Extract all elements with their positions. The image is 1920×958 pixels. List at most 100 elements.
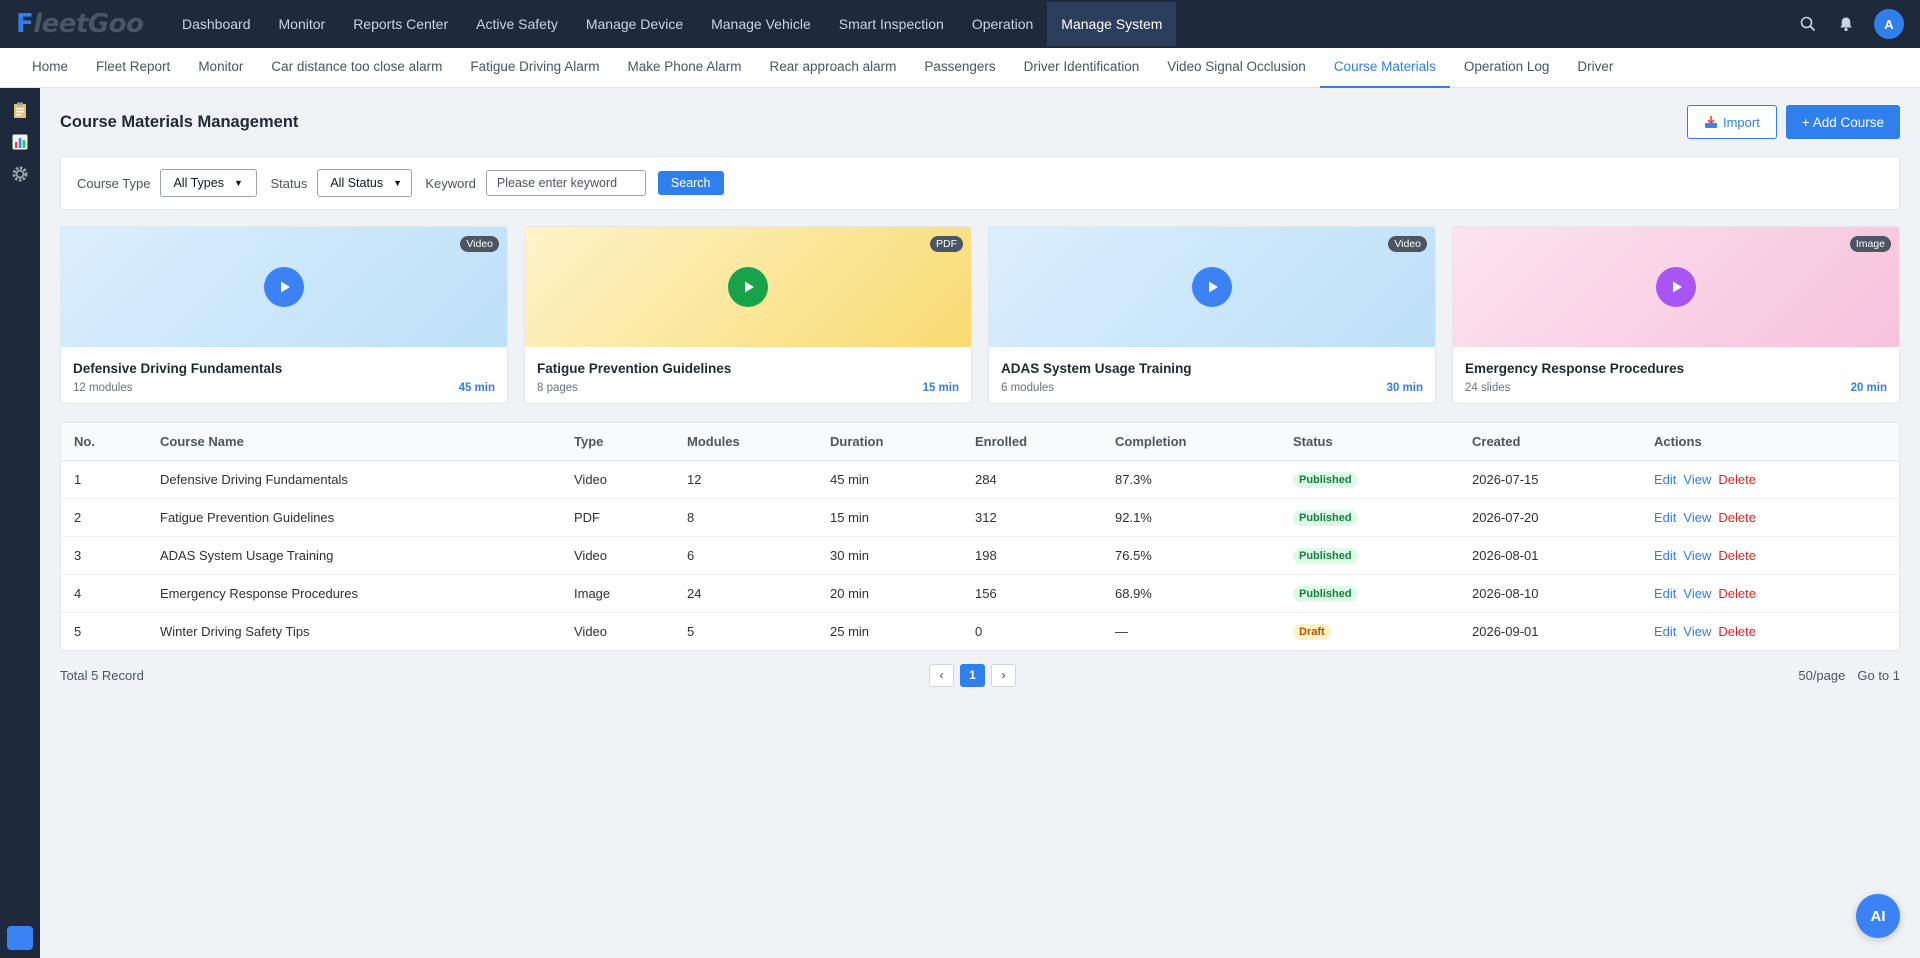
view-link[interactable]: View <box>1683 586 1711 601</box>
gear-icon[interactable] <box>0 158 40 190</box>
view-link[interactable]: View <box>1683 624 1711 639</box>
cell-enrolled: 198 <box>962 536 1102 575</box>
tab-passengers[interactable]: Passengers <box>910 48 1009 88</box>
course-card[interactable]: Video ADAS System Usage Training 6 modules… <box>988 226 1436 404</box>
course-card[interactable]: PDF Fatigue Prevention Guidelines 8 pages 1… <box>524 226 972 404</box>
cell-actions: Edit View Delete <box>1641 574 1899 613</box>
cell-created: 2026-07-20 <box>1459 498 1641 537</box>
sidebar-toggle-button[interactable] <box>7 926 33 950</box>
keyword-input[interactable] <box>485 170 646 196</box>
view-link[interactable]: View <box>1683 510 1711 525</box>
cell-created: 2026-08-01 <box>1459 536 1641 575</box>
edit-link[interactable]: Edit <box>1654 548 1676 563</box>
nav-item-smart-inspection[interactable]: Smart Inspection <box>825 0 958 48</box>
course-type-label: Course Type <box>77 175 151 191</box>
tab-driver-identification[interactable]: Driver Identification <box>1010 48 1154 88</box>
tab-monitor[interactable]: Monitor <box>184 48 257 88</box>
cell-duration: 25 min <box>830 623 870 639</box>
add-course-button[interactable]: + Add Course <box>1785 105 1900 139</box>
cell-status: Published <box>1280 574 1459 613</box>
cell-created: 2026-09-01 <box>1472 623 1539 639</box>
pagination-bar: Total 5 Record ‹ 1 › 50/page Go to 1 <box>60 651 1900 699</box>
edit-link[interactable]: Edit <box>1654 624 1676 639</box>
page-tabs: Home Fleet Report Monitor Car distance too … <box>0 48 1920 88</box>
cell-no: 1 <box>61 460 147 499</box>
clipboard-icon[interactable] <box>0 94 40 126</box>
status-select[interactable]: All Status ▼ <box>317 169 413 197</box>
nav-item-operation[interactable]: Operation <box>958 0 1047 48</box>
cell-duration: 30 min <box>817 536 962 575</box>
cell-status: Published <box>1280 498 1459 537</box>
delete-link[interactable]: Delete <box>1718 624 1756 639</box>
tab-fatigue-driving-alarm[interactable]: Fatigue Driving Alarm <box>456 48 613 88</box>
course-duration: 30 min <box>1386 382 1423 394</box>
view-link[interactable]: View <box>1683 472 1711 487</box>
main-nav: Dashboard Monitor Reports Center Active Saf… <box>168 0 1177 48</box>
delete-link[interactable]: Delete <box>1718 472 1756 487</box>
play-icon[interactable] <box>1656 267 1696 307</box>
cell-modules: 8 <box>674 498 817 537</box>
edit-link[interactable]: Edit <box>1654 586 1676 601</box>
chevron-down-icon: ▼ <box>393 178 403 188</box>
import-button[interactable]: Import <box>1686 105 1777 139</box>
bell-icon[interactable] <box>1836 14 1856 34</box>
search-icon[interactable] <box>1798 14 1818 34</box>
play-icon[interactable] <box>264 267 304 307</box>
edit-link[interactable]: Edit <box>1654 472 1676 487</box>
page-size-select[interactable]: 50/page <box>1798 668 1845 683</box>
tab-operation-log[interactable]: Operation Log <box>1450 48 1564 88</box>
cell-actions: Edit View Delete <box>1641 536 1899 575</box>
cell-status: Published <box>1280 536 1459 575</box>
tab-home[interactable]: Home <box>18 48 82 88</box>
delete-link[interactable]: Delete <box>1718 510 1756 525</box>
avatar[interactable]: A <box>1874 9 1904 39</box>
course-subtitle: 12 modules <box>73 382 133 394</box>
filter-bar: Course Type All Types ▼ Status All Status… <box>60 156 1900 210</box>
tab-rear-approach-alarm[interactable]: Rear approach alarm <box>756 48 911 88</box>
cell-name: Emergency Response Procedures <box>147 574 561 613</box>
edit-link[interactable]: Edit <box>1654 510 1676 525</box>
tab-car-distance-too-close-alarm[interactable]: Car distance too close alarm <box>257 48 456 88</box>
bar-chart-icon[interactable] <box>0 126 40 158</box>
table-row: 4 Emergency Response Procedures Image 24 20 … <box>61 574 1899 613</box>
column-header-duration: Duration <box>817 423 962 461</box>
course-card[interactable]: Image Emergency Response Procedures 24 sli… <box>1452 226 1900 404</box>
delete-link[interactable]: Delete <box>1718 548 1756 563</box>
goto-page-input[interactable]: Go to 1 <box>1857 668 1900 683</box>
ai-assistant-button[interactable]: AI <box>1856 894 1900 938</box>
nav-item-active-safety[interactable]: Active Safety <box>462 0 572 48</box>
status-badge: Published <box>1293 547 1358 564</box>
view-link[interactable]: View <box>1683 548 1711 563</box>
total-records: Total 5 Record <box>60 667 144 683</box>
tab-course-materials[interactable]: Course Materials <box>1319 48 1450 88</box>
cell-no: 5 <box>74 623 82 639</box>
play-icon[interactable] <box>1192 267 1232 307</box>
column-header-modules: Modules <box>674 423 817 461</box>
cell-actions: Edit View Delete <box>1641 460 1899 499</box>
nav-item-reports-center[interactable]: Reports Center <box>339 0 462 48</box>
tab-make-phone-alarm[interactable]: Make Phone Alarm <box>613 48 755 88</box>
page-1-button[interactable]: 1 <box>960 663 985 687</box>
column-header-type: Type <box>561 423 674 461</box>
play-icon[interactable] <box>728 267 768 307</box>
search-button[interactable]: Search <box>657 171 724 195</box>
course-subtitle: 8 pages <box>537 382 578 394</box>
nav-item-manage-system[interactable]: Manage System <box>1047 2 1177 46</box>
course-card[interactable]: Video Defensive Driving Fundamentals 12 mo… <box>60 226 508 404</box>
main-content: Course Materials Management Import + Add… <box>60 88 1900 699</box>
tab-driver[interactable]: Driver <box>1563 48 1627 88</box>
status-label: Status <box>270 175 308 191</box>
prev-page-button[interactable]: ‹ <box>929 663 954 687</box>
nav-item-dashboard[interactable]: Dashboard <box>168 0 265 48</box>
nav-item-manage-vehicle[interactable]: Manage Vehicle <box>697 0 825 48</box>
tab-video-signal-occlusion[interactable]: Video Signal Occlusion <box>1153 48 1320 88</box>
nav-item-monitor[interactable]: Monitor <box>265 0 340 48</box>
course-type-select[interactable]: All Types ▼ <box>160 169 258 197</box>
delete-link[interactable]: Delete <box>1718 586 1756 601</box>
next-page-button[interactable]: › <box>991 663 1016 687</box>
cell-enrolled: 156 <box>962 574 1102 613</box>
tab-fleet-report[interactable]: Fleet Report <box>82 48 184 88</box>
column-header-created: Created <box>1459 423 1641 461</box>
fleetgoo-logo[interactable]: FleetGoo <box>0 0 160 48</box>
nav-item-manage-device[interactable]: Manage Device <box>572 0 697 48</box>
